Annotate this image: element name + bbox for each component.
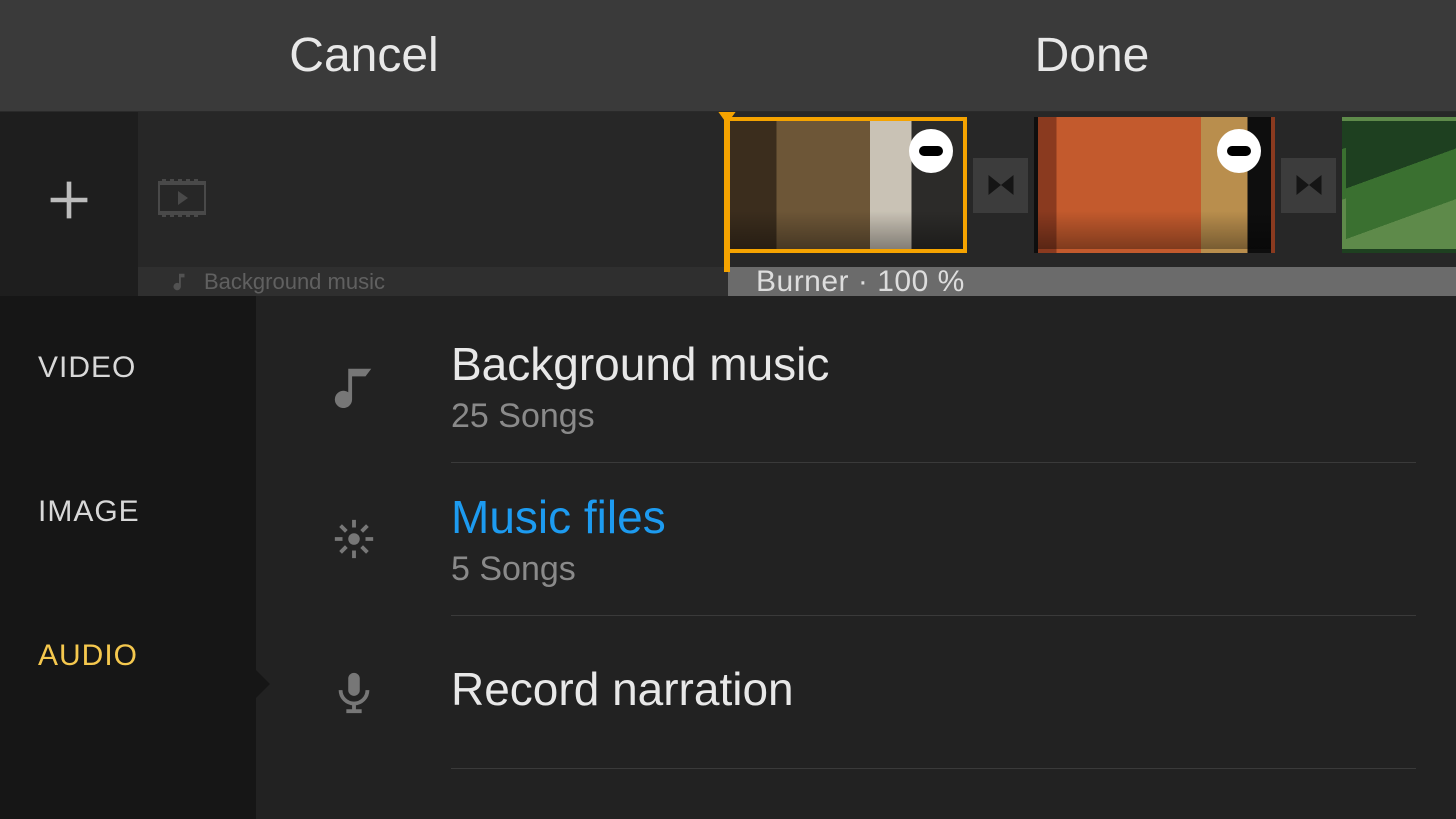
audio-clip-label: Burner · 100 % [756,267,965,296]
timeline-track[interactable]: Background music Burner · 100 % [138,112,1456,296]
done-button[interactable]: Done [728,28,1456,83]
add-media-button[interactable] [46,177,92,231]
cancel-button[interactable]: Cancel [0,28,728,83]
remove-clip-button[interactable] [1217,129,1261,173]
sidebar-item-video[interactable]: VIDEO [0,296,256,440]
top-bar: Cancel Done [0,0,1456,112]
music-note-icon [256,363,451,409]
audio-source-record-narration[interactable]: Record narration [256,616,1416,768]
clips-row [726,115,1456,255]
audio-source-title: Background music [451,337,1416,391]
clip-3[interactable] [1342,117,1456,253]
transition-slot[interactable] [1281,158,1336,213]
audio-source-subtitle: 5 Songs [451,550,1416,589]
microphone-icon [256,669,451,715]
audio-source-subtitle: 25 Songs [451,397,1416,436]
sidebar-item-image[interactable]: IMAGE [0,440,256,584]
audio-source-background-music[interactable]: Background music 25 Songs [256,310,1416,462]
divider [451,768,1416,769]
sparkle-icon [256,516,451,562]
audio-track-clip[interactable]: Burner · 100 % [728,267,1456,296]
audio-source-title: Record narration [451,662,1416,716]
timeline-area: Background music Burner · 100 % [0,112,1456,296]
audio-source-panel: Background music 25 Songs Music files 5 … [256,296,1456,819]
add-media-column [0,112,138,296]
video-track-icon [158,177,206,219]
sidebar-item-audio[interactable]: AUDIO [0,584,256,728]
audio-source-music-files[interactable]: Music files 5 Songs [256,463,1416,615]
audio-source-title: Music files [451,490,1416,544]
media-picker-overlay: VIDEO IMAGE AUDIO Background music 25 So… [0,296,1456,819]
audio-track-hint: Background music [204,269,385,295]
remove-clip-button[interactable] [909,129,953,173]
playhead[interactable] [724,112,730,272]
media-type-sidebar: VIDEO IMAGE AUDIO [0,296,256,819]
clip-1[interactable] [726,117,967,253]
clip-2[interactable] [1034,117,1275,253]
transition-slot[interactable] [973,158,1028,213]
